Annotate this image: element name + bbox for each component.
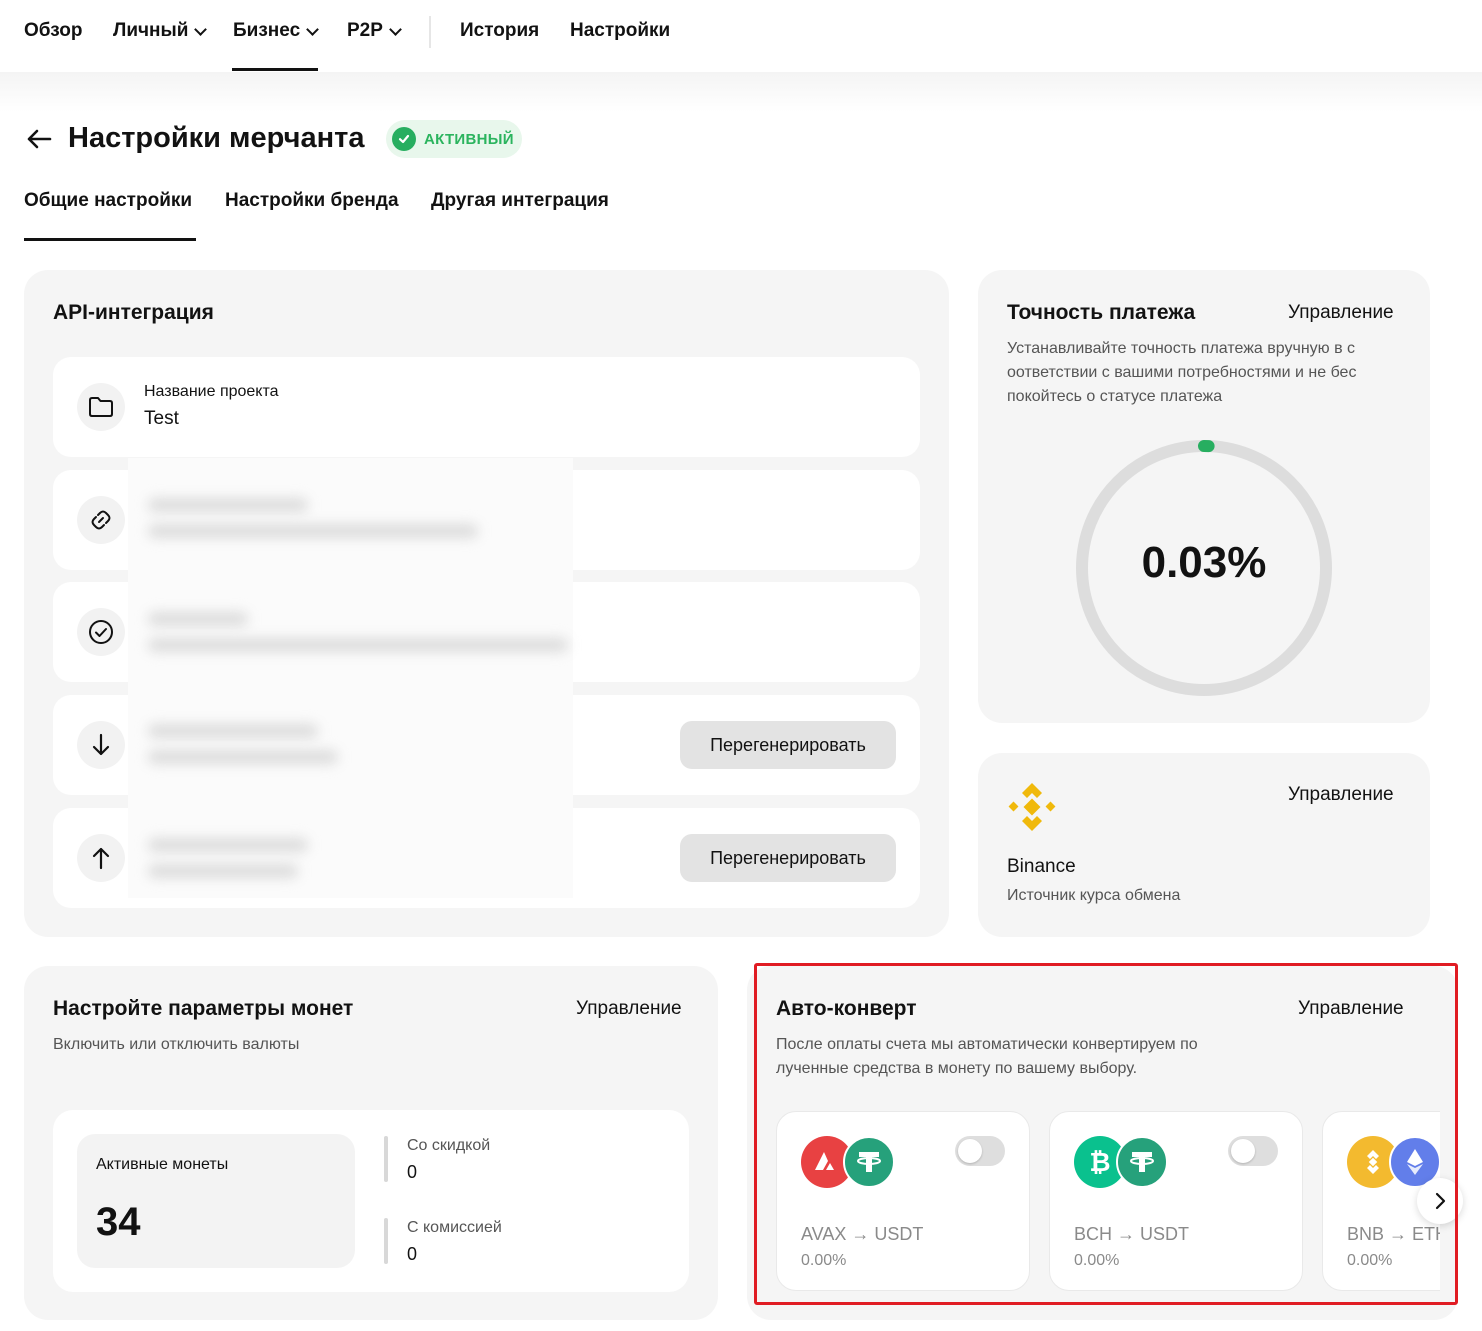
- active-coins-label: Активные монеты: [96, 1156, 229, 1173]
- status-text: АКТИВНЫЙ: [424, 130, 514, 148]
- folder-icon: [77, 383, 125, 431]
- chevron-down-icon: [306, 22, 320, 36]
- project-name-row: Название проекта Test: [53, 357, 920, 457]
- accuracy-description: Устанавливайте точность платежа вручную …: [1007, 337, 1407, 409]
- top-nav: Обзор Личный Бизнес P2P История Настройк…: [0, 0, 1482, 72]
- nav-personal[interactable]: Личный: [113, 20, 208, 42]
- back-arrow-icon[interactable]: [26, 128, 52, 150]
- discount-label: Со скидкой: [407, 1137, 491, 1154]
- api-card-title: API-интеграция: [53, 301, 214, 324]
- discount-value: 0: [407, 1162, 418, 1182]
- rate-source-name: Binance: [1007, 856, 1076, 877]
- header-shade: [0, 72, 1482, 112]
- arrow-down-icon: [77, 721, 125, 769]
- fee-value: 0: [407, 1244, 418, 1264]
- rate-source-description: Источник курса обмена: [1007, 887, 1181, 904]
- coin-settings-title: Настройте параметры монет: [53, 997, 354, 1020]
- redacted-line: [148, 750, 338, 764]
- nav-overview-label: Обзор: [24, 20, 83, 41]
- redacted-line: [148, 498, 308, 512]
- redacted-line: [148, 724, 318, 738]
- accuracy-value: 0.03%: [1141, 538, 1267, 587]
- stat-divider: [384, 1218, 388, 1264]
- page-title: Настройки мерчанта: [68, 122, 365, 154]
- project-name-value: Test: [144, 408, 179, 429]
- nav-overview[interactable]: Обзор: [24, 20, 82, 42]
- chevron-down-icon: [194, 22, 208, 36]
- arrow-up-icon: [77, 834, 125, 882]
- nav-p2p[interactable]: P2P: [347, 20, 402, 42]
- redacted-area: [128, 458, 573, 898]
- check-circle-outline-icon: [77, 608, 125, 656]
- stat-divider: [384, 1136, 388, 1182]
- accuracy-desc-line: оответствии с вашими потребностями и не …: [1007, 364, 1357, 381]
- redacted-line: [148, 838, 308, 852]
- nav-history-label: История: [460, 20, 540, 41]
- highlight-frame: [754, 963, 1458, 1305]
- rate-source-manage-link[interactable]: Управление: [1288, 784, 1394, 806]
- status-badge: АКТИВНЫЙ: [386, 120, 522, 158]
- nav-settings-label: Настройки: [570, 20, 671, 41]
- regenerate-button-2[interactable]: Перегенерировать: [680, 834, 896, 882]
- chevron-down-icon: [389, 22, 402, 36]
- redacted-line: [148, 864, 298, 878]
- nav-history[interactable]: История: [460, 20, 539, 42]
- binance-logo-icon: [1008, 783, 1056, 831]
- active-coins-value: 34: [96, 1200, 141, 1244]
- tab-active-indicator: [24, 238, 196, 241]
- project-name-label: Название проекта: [144, 383, 279, 400]
- nav-business-label: Бизнес: [233, 20, 301, 41]
- redacted-line: [148, 638, 568, 652]
- coin-stats-panel: Активные монеты 34 Со скидкой 0 С комисс…: [53, 1110, 689, 1292]
- nav-divider: [429, 16, 431, 48]
- active-coins-box: Активные монеты 34: [77, 1134, 355, 1268]
- accuracy-title: Точность платежа: [1007, 301, 1196, 324]
- tab-other-integration[interactable]: Другая интеграция: [431, 190, 609, 212]
- accuracy-desc-line: покойтесь о статусе платежа: [1007, 388, 1223, 405]
- accuracy-manage-link[interactable]: Управление: [1288, 302, 1394, 324]
- redacted-line: [148, 524, 478, 538]
- nav-personal-label: Личный: [113, 20, 189, 41]
- tab-brand[interactable]: Настройки бренда: [225, 190, 399, 212]
- redacted-line: [148, 612, 248, 626]
- check-circle-icon: [392, 127, 416, 151]
- nav-business[interactable]: Бизнес: [233, 20, 320, 42]
- accuracy-desc-line: Устанавливайте точность платежа вручную …: [1007, 340, 1356, 357]
- nav-active-indicator: [232, 68, 318, 71]
- coin-settings-manage-link[interactable]: Управление: [576, 998, 682, 1020]
- regenerate-button-1[interactable]: Перегенерировать: [680, 721, 896, 769]
- fee-label: С комиссией: [407, 1219, 502, 1236]
- nav-settings[interactable]: Настройки: [570, 20, 670, 42]
- link-icon: [77, 496, 125, 544]
- coin-settings-description: Включить или отключить валюты: [53, 1036, 300, 1053]
- tab-general[interactable]: Общие настройки: [24, 190, 192, 212]
- nav-p2p-label: P2P: [347, 20, 383, 41]
